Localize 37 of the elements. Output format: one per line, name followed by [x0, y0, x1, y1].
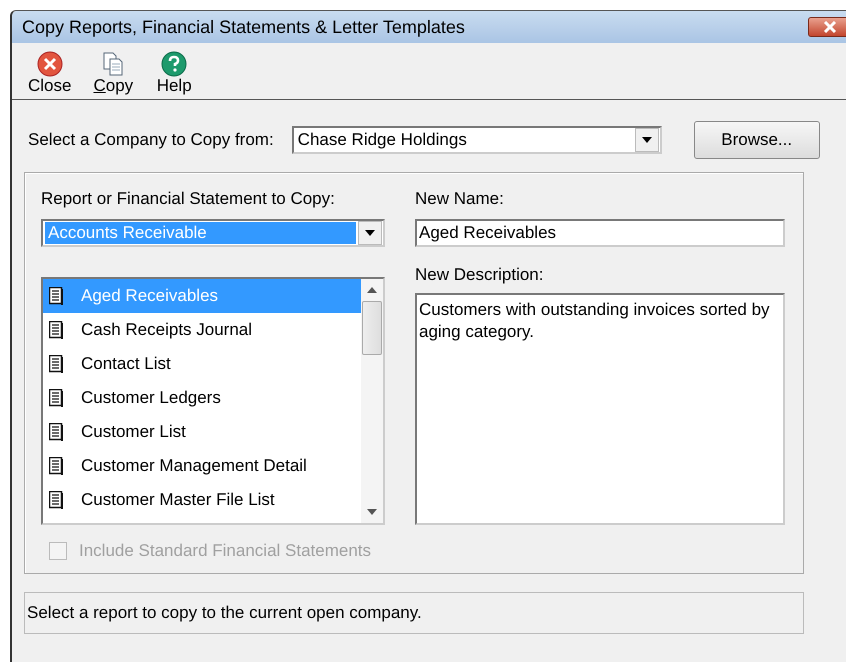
report-item[interactable]: Cash Receipts Journal — [43, 313, 361, 347]
new-description-field[interactable]: Customers with outstanding invoices sorted by aging category. — [415, 293, 785, 525]
report-type-label: Report or Financial Statement to Copy: — [41, 189, 336, 209]
scroll-down-icon — [367, 509, 377, 515]
report-item[interactable]: Customer Management Detail — [43, 449, 361, 483]
scroll-thumb[interactable] — [362, 301, 382, 355]
company-label: Select a Company to Copy from: — [28, 130, 274, 150]
status-bar: Select a report to copy to the current open company. — [24, 592, 804, 634]
browse-button[interactable]: Browse... — [694, 121, 820, 159]
report-item[interactable]: Customer Master File List — [43, 483, 361, 517]
copy-button[interactable]: Copy — [89, 51, 138, 95]
report-item[interactable]: Customer List — [43, 415, 361, 449]
company-dropdown[interactable]: Chase Ridge Holdings — [292, 126, 662, 154]
vertical-scrollbar[interactable] — [361, 279, 383, 523]
close-icon — [822, 21, 838, 33]
document-icon — [49, 423, 63, 441]
close-button[interactable]: Close — [24, 51, 76, 95]
dropdown-arrow-icon — [365, 230, 375, 236]
window-title: Copy Reports, Financial Statements & Letter Templates — [22, 16, 465, 38]
help-button[interactable]: Help — [151, 51, 198, 95]
new-name-field[interactable]: Aged Receivables — [415, 219, 785, 247]
scroll-up-icon — [367, 287, 377, 293]
help-icon — [161, 51, 188, 77]
close-button[interactable] — [808, 17, 846, 37]
document-icon — [49, 457, 63, 475]
dropdown-arrow-icon — [642, 137, 652, 143]
close-icon — [36, 51, 63, 77]
document-icon — [49, 287, 63, 305]
report-item[interactable]: Contact List — [43, 347, 361, 381]
checkbox-label: Include Standard Financial Statements — [79, 541, 372, 561]
report-item[interactable]: Customer Ledgers — [43, 381, 361, 415]
document-icon — [49, 321, 63, 339]
document-icon — [49, 355, 63, 373]
document-icon — [49, 389, 63, 407]
new-name-label: New Name: — [415, 189, 505, 209]
document-icon — [49, 491, 63, 509]
new-description-label: New Description: — [415, 265, 544, 285]
